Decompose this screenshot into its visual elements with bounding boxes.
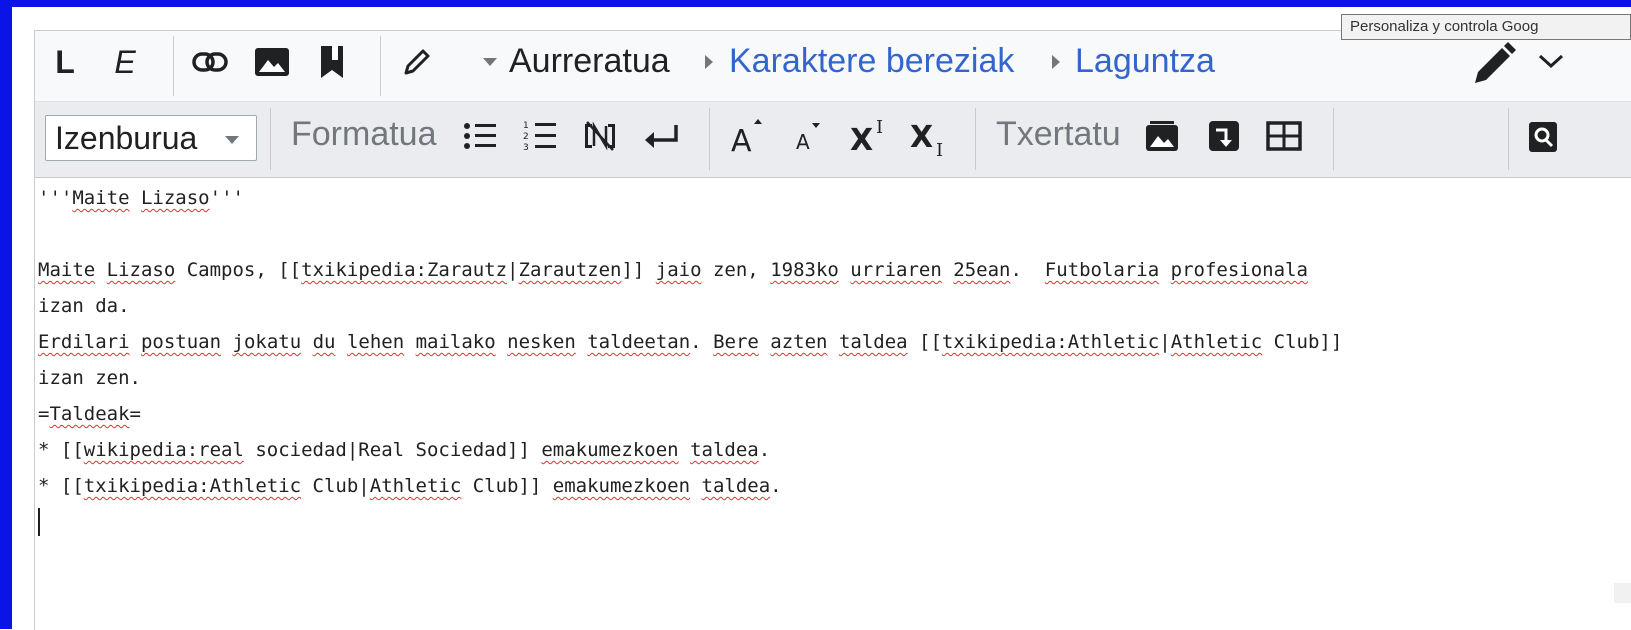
text-line: Maite Lizaso Campos, [[txikipedia:Zaraut… <box>38 259 1308 281</box>
svg-text:I: I <box>936 140 943 158</box>
toolbar-separator <box>709 108 710 170</box>
no-wiki-button[interactable] <box>580 116 620 156</box>
text-caret <box>38 508 40 536</box>
special-chars-menu[interactable]: Karaktere bereziak <box>729 41 1014 81</box>
image-icon <box>255 48 289 76</box>
table-button[interactable] <box>1264 116 1304 156</box>
table-icon <box>1266 121 1302 151</box>
gallery-icon <box>1146 121 1178 151</box>
redirect-icon <box>1209 121 1239 151</box>
resize-corner <box>1614 583 1631 603</box>
help-menu[interactable]: Laguntza <box>1075 41 1215 81</box>
heading-select[interactable]: Izenburua <box>45 115 257 161</box>
subscript-button[interactable]: X I <box>908 114 950 160</box>
toolbar-separator <box>1333 108 1334 170</box>
special-chars-arrow-icon <box>705 55 713 69</box>
toolbar-separator <box>1508 108 1509 170</box>
insert-group-label: Txertatu <box>996 115 1121 153</box>
small-text-button[interactable]: A <box>788 116 828 156</box>
subscript-icon: X I <box>910 120 943 158</box>
chevron-down-icon <box>225 136 239 144</box>
link-icon <box>192 52 228 72</box>
bullet-list-button[interactable] <box>461 116 499 156</box>
text-line: =Taldeak= <box>38 403 141 425</box>
big-text-icon: A <box>731 119 762 153</box>
text-line: '''Maite Lizaso''' <box>38 187 244 209</box>
chevron-down-icon <box>1538 54 1564 69</box>
italic-label: E <box>114 43 136 80</box>
search-icon <box>1529 122 1557 152</box>
superscript-button[interactable]: X I <box>848 114 890 156</box>
svg-text:X: X <box>910 120 933 155</box>
svg-text:I: I <box>876 117 883 138</box>
toolbar-separator <box>380 36 381 96</box>
bold-label: L <box>55 43 75 80</box>
svg-text:A: A <box>731 124 752 153</box>
svg-text:A: A <box>796 130 810 153</box>
svg-text:X: X <box>850 123 873 153</box>
advanced-menu[interactable]: Aurreratua <box>509 41 670 81</box>
pencil-icon <box>404 49 430 75</box>
frame-left-edge <box>10 7 12 629</box>
toolbar-separator <box>173 36 174 96</box>
text-line: * [[txikipedia:Athletic Club|Athletic Cl… <box>38 475 782 497</box>
edit-mode-button[interactable] <box>396 42 438 82</box>
image-button[interactable] <box>250 42 294 82</box>
toolbar-separator <box>270 108 271 170</box>
numbered-list-button[interactable]: 1 2 3 <box>520 116 560 156</box>
search-replace-button[interactable] <box>1526 118 1560 156</box>
text-line: Erdilari postuan jokatu du lehen mailako… <box>38 331 1343 353</box>
format-group-label: Formatua <box>291 115 437 153</box>
toolbar-separator <box>975 108 976 170</box>
switch-editor-dropdown[interactable] <box>1536 46 1566 76</box>
superscript-icon: X I <box>850 117 883 153</box>
italic-button[interactable]: E <box>106 42 144 82</box>
new-line-button[interactable] <box>640 116 682 156</box>
redirect-button[interactable] <box>1204 116 1244 156</box>
wikitext-textarea[interactable]: '''Maite Lizaso''' Maite Lizaso Campos, … <box>38 180 1631 629</box>
help-arrow-icon <box>1052 55 1060 69</box>
text-line: * [[wikipedia:real sociedad|Real Socieda… <box>38 439 771 461</box>
svg-text:2: 2 <box>523 132 529 142</box>
heading-select-value: Izenburua <box>55 120 198 156</box>
reference-button[interactable] <box>312 40 352 84</box>
link-button[interactable] <box>188 42 232 82</box>
pencil-icon <box>1475 42 1516 83</box>
advanced-toolbar <box>35 102 1631 178</box>
svg-text:3: 3 <box>523 143 529 152</box>
no-wiki-icon <box>585 121 615 151</box>
bold-button[interactable]: L <box>46 42 84 82</box>
gallery-button[interactable] <box>1142 116 1182 156</box>
text-line: izan da. <box>38 295 130 317</box>
switch-editor-button[interactable] <box>1468 40 1520 86</box>
browser-tooltip: Personaliza y controla Goog <box>1341 14 1631 40</box>
small-text-icon: A <box>796 123 820 153</box>
bullet-list-icon <box>464 123 496 149</box>
bookmark-icon <box>321 46 343 78</box>
text-line: izan zen. <box>38 367 141 389</box>
advanced-arrow-icon <box>483 58 497 66</box>
numbered-list-icon: 1 2 3 <box>523 121 556 152</box>
big-text-button[interactable]: A <box>726 116 766 156</box>
new-line-icon <box>645 125 678 148</box>
svg-text:1: 1 <box>523 121 529 131</box>
